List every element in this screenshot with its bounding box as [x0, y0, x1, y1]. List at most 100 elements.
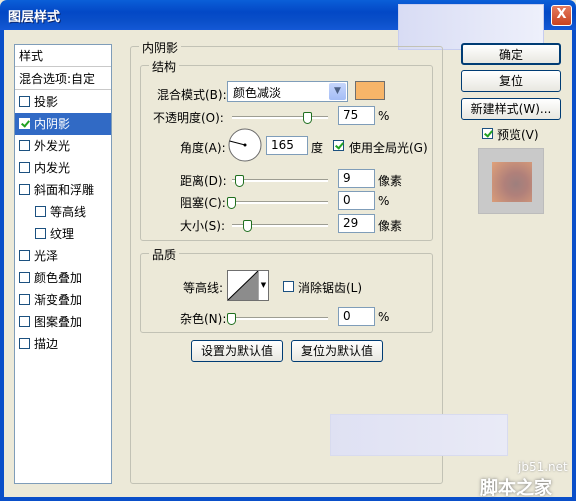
style-item-label: 图案叠加 — [34, 315, 83, 329]
style-item-contour[interactable]: 等高线 — [15, 201, 111, 223]
style-item-outer-glow[interactable]: 外发光 — [15, 135, 111, 157]
angle-label: 角度(A): — [180, 141, 226, 155]
preview-checkbox[interactable] — [482, 128, 493, 139]
style-item-label: 纹理 — [50, 227, 75, 241]
style-item-inner-shadow[interactable]: 内阴影 — [15, 113, 111, 135]
contour-checkbox[interactable] — [35, 206, 46, 217]
angle-unit: 度 — [311, 141, 324, 155]
size-unit: 像素 — [378, 219, 403, 233]
window-frame-right — [572, 30, 576, 501]
quality-title: 品质 — [149, 246, 180, 263]
gradient-overlay-checkbox[interactable] — [19, 294, 30, 305]
global-light-label[interactable]: 使用全局光(G) — [349, 139, 428, 156]
bevel-emboss-checkbox[interactable] — [19, 184, 30, 195]
style-item-label: 渐变叠加 — [34, 293, 83, 307]
noise-label: 杂色(N): — [180, 312, 227, 326]
style-item-inner-glow[interactable]: 内发光 — [15, 157, 111, 179]
opacity-unit: % — [378, 109, 390, 123]
stroke-checkbox[interactable] — [19, 338, 30, 349]
size-label: 大小(S): — [180, 219, 226, 233]
opacity-slider-thumb[interactable] — [303, 112, 312, 124]
ok-button[interactable]: 确定 — [461, 43, 561, 65]
style-item-label: 等高线 — [50, 205, 87, 219]
global-light-checkbox[interactable] — [333, 140, 344, 151]
blend-mode-label: 混合模式(B): — [157, 88, 227, 102]
size-input[interactable]: 29 — [338, 214, 375, 233]
opacity-slider[interactable] — [232, 116, 328, 119]
antialias-checkbox[interactable] — [283, 281, 294, 292]
satin-checkbox[interactable] — [19, 250, 30, 261]
set-default-button[interactable]: 设置为默认值 — [191, 340, 283, 362]
contour-dropdown-arrow-icon[interactable]: ▼ — [258, 271, 268, 300]
watermark-overlay — [330, 414, 508, 456]
distance-slider[interactable] — [232, 179, 328, 182]
antialias-label[interactable]: 消除锯齿(L) — [298, 279, 362, 296]
style-item-label: 内发光 — [34, 161, 71, 175]
contour-label: 等高线: — [183, 281, 224, 295]
preview-swatch — [492, 162, 532, 202]
style-item-drop-shadow[interactable]: 投影 — [15, 91, 111, 113]
window-title: 图层样式 — [8, 10, 61, 25]
inner-glow-checkbox[interactable] — [19, 162, 30, 173]
style-item-gradient-overlay[interactable]: 渐变叠加 — [15, 289, 111, 311]
reset-default-button[interactable]: 复位为默认值 — [291, 340, 383, 362]
style-item-label: 外发光 — [34, 139, 71, 153]
opacity-label: 不透明度(O): — [153, 111, 224, 125]
style-item-pattern-overlay[interactable]: 图案叠加 — [15, 311, 111, 333]
distance-slider-thumb[interactable] — [235, 175, 244, 187]
distance-input[interactable]: 9 — [338, 169, 375, 188]
angle-dial[interactable] — [227, 127, 263, 163]
style-item-bevel-emboss[interactable]: 斜面和浮雕 — [15, 179, 111, 201]
style-item-label: 颜色叠加 — [34, 271, 83, 285]
panel-title: 内阴影 — [139, 39, 182, 56]
choke-slider[interactable] — [232, 201, 328, 204]
choke-input[interactable]: 0 — [338, 191, 375, 210]
contour-curve-icon — [228, 271, 258, 300]
style-item-label: 投影 — [34, 95, 59, 109]
new-style-button[interactable]: 新建样式(W)... — [461, 98, 561, 120]
watermark-site: jb51.net — [518, 460, 568, 474]
texture-checkbox[interactable] — [35, 228, 46, 239]
size-slider-thumb[interactable] — [243, 220, 252, 232]
title-bar: 图层样式 X — [0, 0, 576, 50]
styles-header[interactable]: 样式 — [15, 45, 111, 67]
blending-options-item[interactable]: 混合选项:自定 — [15, 68, 111, 90]
window-frame-left — [0, 30, 4, 501]
style-item-label: 光泽 — [34, 249, 59, 263]
noise-input[interactable]: 0 — [338, 307, 375, 326]
structure-title: 结构 — [149, 58, 180, 75]
style-preview — [478, 148, 544, 214]
preview-label[interactable]: 预览(V) — [497, 126, 539, 143]
contour-picker[interactable]: ▼ — [227, 270, 269, 301]
color-overlay-checkbox[interactable] — [19, 272, 30, 283]
styles-list: 样式 混合选项:自定 投影 内阴影 外发光 内发光 斜面和浮雕 等高线 纹理 光… — [14, 44, 112, 484]
shadow-color-swatch[interactable] — [355, 81, 385, 100]
style-item-color-overlay[interactable]: 颜色叠加 — [15, 267, 111, 289]
outer-glow-checkbox[interactable] — [19, 140, 30, 151]
distance-label: 距离(D): — [180, 174, 227, 188]
noise-slider-thumb[interactable] — [227, 313, 236, 325]
noise-slider[interactable] — [232, 317, 328, 320]
style-item-texture[interactable]: 纹理 — [15, 223, 111, 245]
style-item-satin[interactable]: 光泽 — [15, 245, 111, 267]
choke-label: 阻塞(C): — [180, 196, 226, 210]
opacity-input[interactable]: 75 — [338, 106, 375, 125]
blend-mode-select[interactable]: 颜色减淡 ▼ — [227, 81, 348, 102]
inner-shadow-checkbox[interactable] — [19, 118, 30, 129]
choke-slider-thumb[interactable] — [227, 197, 236, 209]
drop-shadow-checkbox[interactable] — [19, 96, 30, 107]
noise-unit: % — [378, 310, 390, 324]
close-button[interactable]: X — [551, 5, 572, 26]
watermark-name: 脚本之家 — [480, 478, 552, 499]
blend-mode-value: 颜色减淡 — [233, 86, 282, 100]
pattern-overlay-checkbox[interactable] — [19, 316, 30, 327]
angle-input[interactable]: 165 — [266, 136, 308, 155]
style-item-label: 描边 — [34, 337, 59, 351]
style-item-label: 斜面和浮雕 — [34, 183, 95, 197]
choke-unit: % — [378, 194, 390, 208]
style-item-stroke[interactable]: 描边 — [15, 333, 111, 355]
style-item-label: 内阴影 — [34, 117, 71, 131]
chevron-down-icon[interactable]: ▼ — [329, 83, 346, 100]
distance-unit: 像素 — [378, 174, 403, 188]
reset-button[interactable]: 复位 — [461, 70, 561, 92]
